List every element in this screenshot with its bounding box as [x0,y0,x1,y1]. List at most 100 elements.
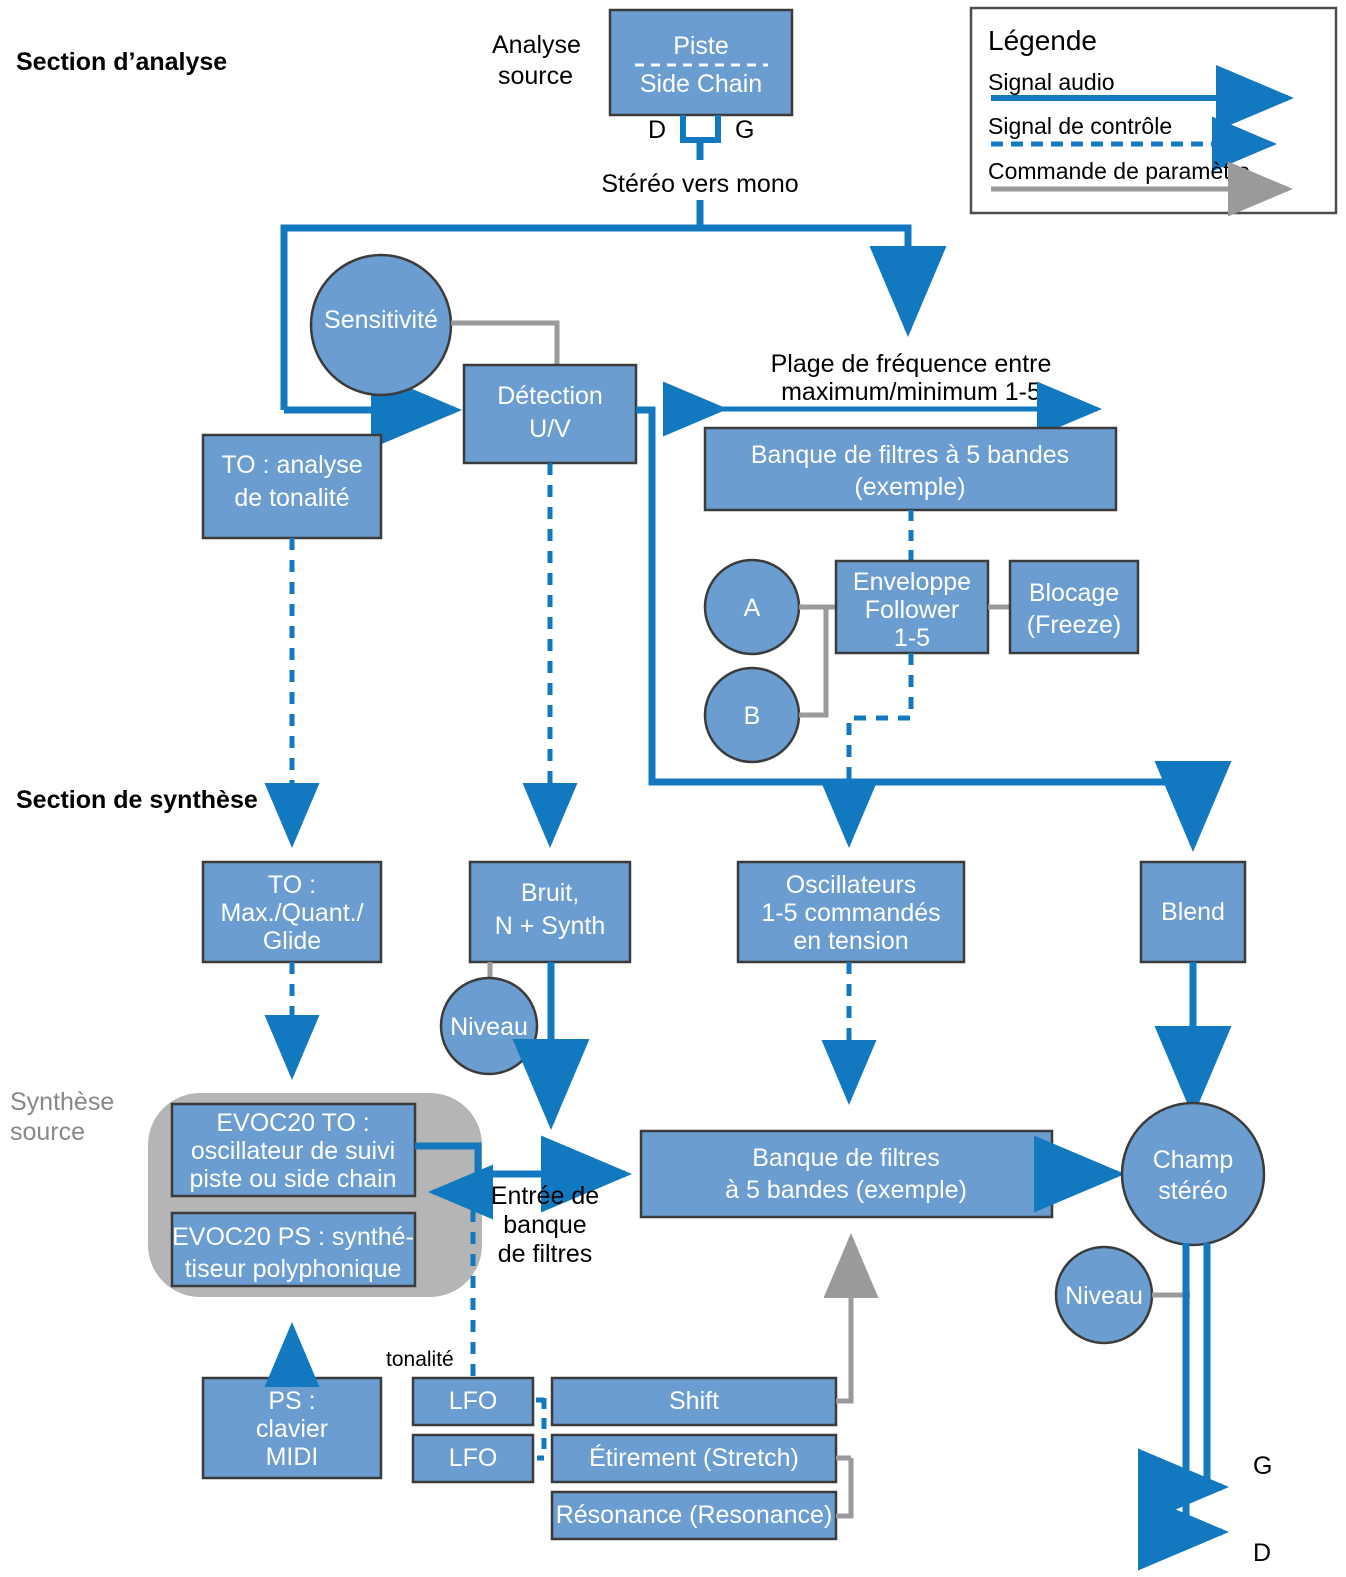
evoc20-signal-flow-diagram: Section d’analyse Section de synthèse Sy… [0,0,1346,1577]
pitch-proc-line2: Max./Quant./ [220,899,363,927]
freq-range-label-line2: maximum/minimum 1-5 [781,378,1041,406]
evoc-ps-line2: tiseur polyphonique [185,1255,402,1283]
pitch-analysis-box[interactable]: TO : analyse de tonalité [201,433,383,540]
analysis-filter-bank-box[interactable]: Banque de filtres à 5 bandes (exemple) [703,426,1118,512]
noise-level-label: Niveau [450,1013,528,1041]
evoc-to-line1: EVOC20 TO : [216,1109,369,1137]
mono-bus-right [700,224,947,337]
knob-b[interactable]: B [703,666,801,764]
stereo-field-line1: Champ [1153,1146,1234,1174]
sensitivity-label: Sensitivité [324,306,438,334]
resonance-param-branch [836,1458,854,1519]
synth-filter-bank-line1: Banque de filtres [752,1144,940,1172]
ab-param-line [799,604,829,718]
evoc-ps-line1: EVOC20 PS : synthé- [172,1223,414,1251]
oscillators-line3: en tension [793,927,908,955]
analysis-filter-bank-line1: Banque de filtres à 5 bandes [751,441,1069,469]
analysis-filter-bank-line2: (exemple) [854,473,965,501]
stretch-label: Étirement (Stretch) [589,1443,799,1472]
stereo-field-line2: stéréo [1158,1177,1227,1205]
lfo-1-box[interactable]: LFO [411,1376,535,1427]
pitch-proc-line3: Glide [263,927,321,955]
channel-left-label: G [735,116,754,144]
sensitivity-knob[interactable]: Sensitivité [309,253,453,397]
resonance-label: Résonance (Resonance) [556,1501,833,1529]
pitch-proc-line1: TO : [268,871,316,899]
envelope-follower-box[interactable]: Enveloppe Follower 1-5 [834,559,990,655]
source-track-box[interactable]: Piste Side Chain [608,8,794,117]
evoc-to-line2: oscillateur de suivi [191,1137,395,1165]
freeze-box[interactable]: Blocage (Freeze) [1008,559,1140,655]
lfo-2-label: LFO [449,1444,498,1472]
channel-merge-path [680,115,721,143]
channel-right-label: D [648,116,666,144]
midi-keyboard-box[interactable]: PS : clavier MIDI [201,1376,383,1480]
env-follower-line2: Follower [865,596,959,624]
noise-synth-box[interactable]: Bruit, N + Synth [468,860,632,964]
midi-line3: MIDI [266,1443,319,1471]
env-follower-line1: Enveloppe [853,568,971,596]
lfo-1-label: LFO [449,1387,498,1415]
oscillators-box[interactable]: Oscillateurs 1-5 commandés en tension [736,860,966,964]
analyse-source-label-line2: source [498,62,573,90]
env-follower-line3: 1-5 [894,624,930,652]
pitch-analysis-label-line2: de tonalité [234,484,349,512]
oscillators-line1: Oscillateurs [786,871,917,899]
synth-source-label-line2: source [10,1118,85,1146]
lfo-2-box[interactable]: LFO [411,1433,535,1484]
params-to-filterbank-bus [823,1233,879,1404]
output-left-label: G [1253,1452,1272,1480]
synth-source-label-line1: Synthèse [10,1088,114,1116]
pitch-analysis-label-line1: TO : analyse [221,451,362,479]
fb-input-label-line2: banque [503,1211,586,1239]
oscillators-line2: 1-5 commandés [761,899,940,927]
stereo-out-left-path [1138,1243,1229,1526]
stereo-field-knob[interactable]: Champ stéréo [1120,1101,1266,1247]
legend-title: Légende [988,25,1097,56]
shift-box[interactable]: Shift [550,1376,838,1427]
stereo-to-mono-label: Stéréo vers mono [601,170,798,198]
source-sidechain-label: Side Chain [640,70,762,98]
analyse-source-label-line1: Analyse [492,31,581,59]
knob-b-label: B [744,702,761,730]
detection-uv-box[interactable]: Détection U/V [462,363,638,465]
output-right-label: D [1253,1539,1271,1567]
fb-input-label-line1: Entrée de [491,1182,599,1210]
evoc-to-line3: piste ou side chain [189,1165,396,1193]
analysis-section-title: Section d’analyse [16,48,227,76]
freq-range-label-line1: Plage de fréquence entre [771,350,1052,378]
midi-line2: clavier [256,1415,328,1443]
pitch-processing-box[interactable]: TO : Max./Quant./ Glide [201,860,383,964]
env-to-oscillators-control [821,653,914,848]
freeze-line2: (Freeze) [1027,611,1121,639]
noise-line1: Bruit, [521,879,579,907]
evoc20-ps-box[interactable]: EVOC20 PS : synthé- tiseur polyphonique [170,1211,417,1288]
synth-filter-bank-line2: à 5 bandes (exemple) [725,1176,967,1204]
legend: Légende Signal audio Signal de contrôle … [969,6,1338,217]
freeze-line1: Blocage [1029,579,1119,607]
midi-line1: PS : [268,1387,315,1415]
shift-label: Shift [669,1387,719,1415]
detection-label-line1: Détection [497,382,603,410]
resonance-box[interactable]: Résonance (Resonance) [550,1490,838,1541]
stretch-box[interactable]: Étirement (Stretch) [550,1433,838,1484]
synthesis-section-title: Section de synthèse [16,786,258,814]
detection-label-line2: U/V [529,415,571,443]
blend-box[interactable]: Blend [1139,860,1247,964]
evoc20-to-box[interactable]: EVOC20 TO : oscillateur de suivi piste o… [170,1102,417,1198]
lfo-to-params-control [537,1398,547,1461]
synthesis-filter-bank-box[interactable]: Banque de filtres à 5 bandes (exemple) [639,1129,1054,1219]
output-level-knob[interactable]: Niveau [1054,1245,1154,1345]
fb-input-label-line3: de filtres [498,1240,592,1268]
sensitivity-param-line [451,320,560,370]
output-level-label: Niveau [1065,1282,1143,1310]
knob-a[interactable]: A [703,558,801,656]
legend-label-audio: Signal audio [988,69,1115,95]
tonalite-label: tonalité [386,1348,454,1371]
source-piste-label: Piste [673,32,729,60]
knob-a-label: A [744,594,761,622]
legend-label-control: Signal de contrôle [988,113,1172,139]
blend-label: Blend [1161,898,1225,926]
legend-label-parameter: Commande de paramètre [988,158,1250,184]
noise-level-knob[interactable]: Niveau [439,976,539,1076]
